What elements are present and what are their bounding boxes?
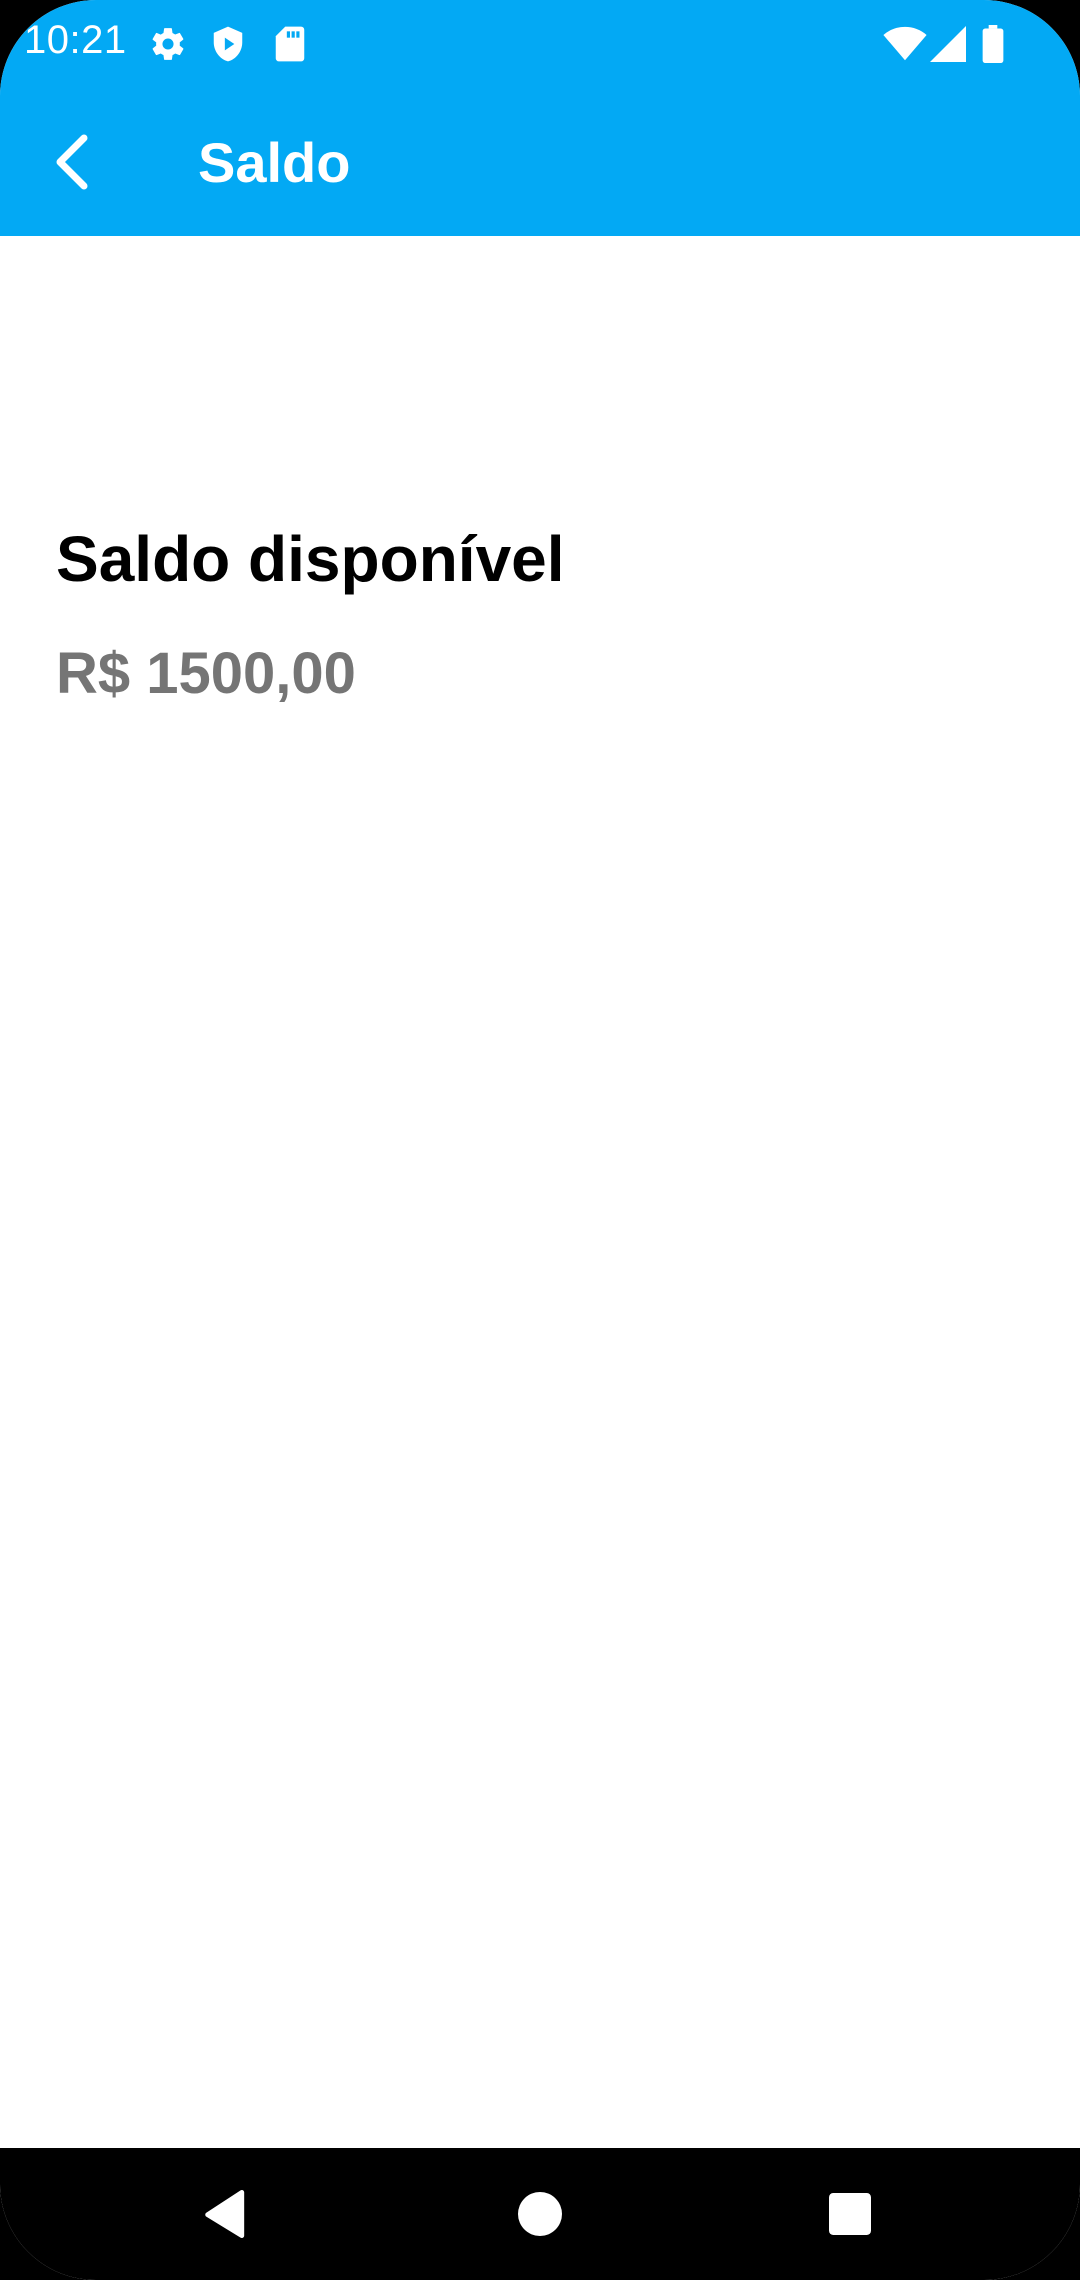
nav-home-icon	[518, 2192, 562, 2236]
nav-back-button[interactable]	[186, 2174, 266, 2254]
balance-value: R$ 1500,00	[56, 641, 356, 706]
navigation-bar	[0, 2148, 1080, 2280]
shield-play-icon	[208, 24, 248, 64]
page-title: Saldo	[198, 131, 351, 194]
nav-home-button[interactable]	[500, 2174, 580, 2254]
gear-icon	[148, 24, 188, 64]
nav-back-icon	[205, 2190, 245, 2238]
arrow-back-icon	[56, 134, 88, 190]
wifi-icon	[882, 24, 928, 64]
phone-screen: 10:21 Saldo Saldo disponível R$ 1500,00	[0, 0, 1080, 2280]
sd-card-icon	[270, 24, 310, 64]
cell-signal-icon	[928, 24, 968, 64]
status-time: 10:21	[24, 18, 127, 62]
balance-label: Saldo disponível	[56, 523, 565, 595]
nav-recents-icon	[829, 2193, 871, 2235]
status-bar: 10:21	[0, 0, 1080, 88]
battery-icon	[978, 24, 1008, 64]
back-button[interactable]	[24, 114, 120, 210]
app-bar: Saldo	[0, 88, 1080, 236]
nav-recents-button[interactable]	[810, 2174, 890, 2254]
